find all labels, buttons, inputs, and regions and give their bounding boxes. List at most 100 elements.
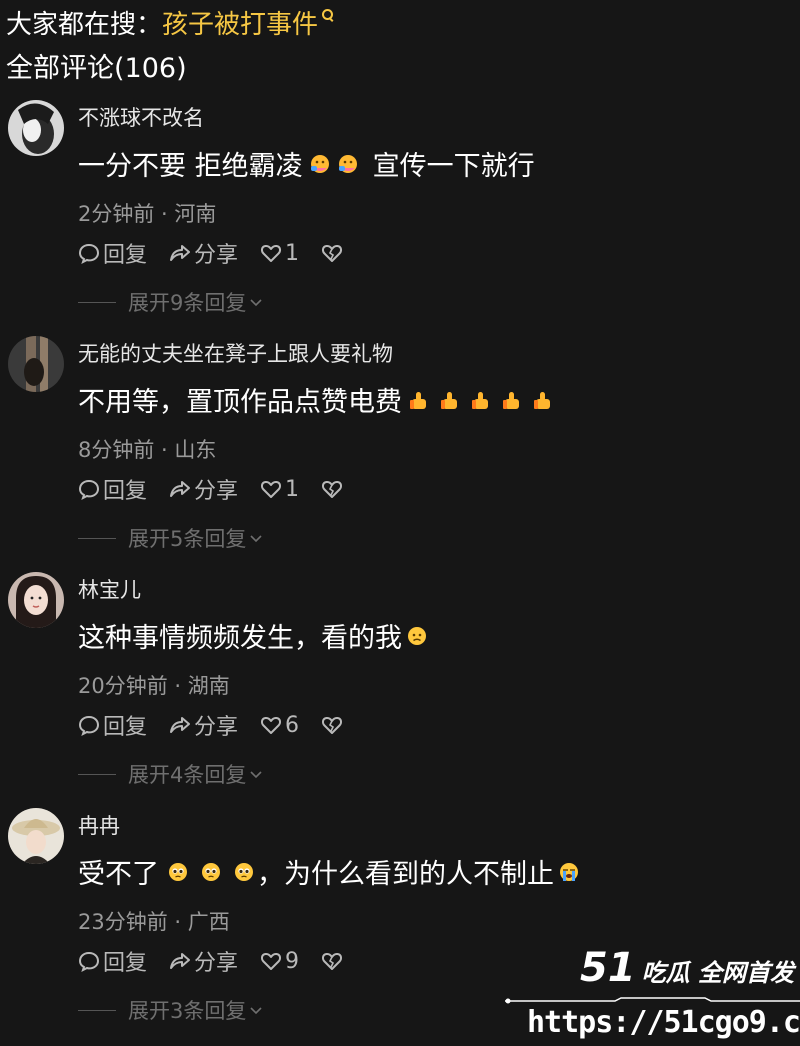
thumbs-up-emoji-icon — [470, 389, 492, 411]
like-button[interactable]: 1 — [260, 477, 299, 502]
broken-heart-icon — [322, 716, 343, 734]
like-count: 9 — [285, 948, 300, 974]
divider-line — [78, 773, 116, 775]
crying-face-emoji-icon — [558, 861, 580, 883]
chevron-down-icon — [250, 1007, 262, 1015]
reply-label: 回复 — [103, 715, 148, 740]
share-icon — [170, 717, 191, 733]
comment-time-location: 20分钟前 · 湖南 — [78, 674, 230, 698]
expand-replies-button[interactable]: 展开4条回复 — [78, 760, 264, 788]
share-icon — [170, 481, 191, 497]
reply-button[interactable]: 回复 — [78, 237, 147, 269]
reply-icon — [78, 951, 100, 972]
reply-icon — [78, 715, 100, 736]
comment-item: 不涨球不改名 一分不要 拒绝霸凌 宣传一下就行 2分钟前 · 河南 回复 分享 … — [0, 100, 800, 336]
like-button[interactable]: 9 — [260, 949, 299, 974]
site-watermark: 51 吃瓜 全网首发 https://51cgo9.com — [505, 945, 800, 1046]
comment-username[interactable]: 不涨球不改名 — [78, 102, 204, 132]
share-icon — [170, 953, 191, 969]
expand-replies-label: 展开3条回复 — [128, 999, 247, 1023]
broken-heart-icon — [322, 244, 343, 262]
comment-text-part: 宣传一下就行 — [372, 151, 535, 182]
thumbs-up-emoji-icon — [439, 389, 461, 411]
reply-button[interactable]: 回复 — [78, 709, 147, 741]
share-label: 分享 — [194, 715, 239, 740]
chevron-down-icon — [250, 299, 262, 307]
expand-replies-label: 展开9条回复 — [128, 291, 247, 315]
broken-heart-icon — [322, 952, 343, 970]
frowning-face-emoji-icon — [406, 625, 428, 647]
watermark-number: 51 — [579, 945, 636, 991]
comment-actions: 回复 分享 6 — [78, 710, 368, 740]
comment-username[interactable]: 林宝儿 — [78, 574, 141, 604]
avatar[interactable] — [8, 336, 64, 392]
pleading-face-emoji-icon — [167, 861, 189, 883]
dislike-button[interactable] — [321, 478, 346, 500]
avatar[interactable] — [8, 808, 64, 864]
share-button[interactable]: 分享 — [169, 237, 238, 269]
comment-username[interactable]: 冉冉 — [78, 810, 120, 840]
expand-replies-button[interactable]: 展开5条回复 — [78, 524, 264, 552]
hugging-face-emoji-icon — [337, 153, 359, 175]
like-count: 1 — [285, 240, 300, 266]
heart-icon — [261, 480, 282, 498]
broken-heart-icon — [322, 480, 343, 498]
pleading-face-emoji-icon — [200, 861, 222, 883]
like-count: 6 — [285, 712, 300, 738]
thumbs-up-emoji-icon — [501, 389, 523, 411]
like-button[interactable]: 1 — [260, 241, 299, 266]
reply-label: 回复 — [103, 243, 148, 268]
reply-icon — [78, 479, 100, 500]
heart-icon — [261, 952, 282, 970]
share-icon — [170, 245, 191, 261]
avatar[interactable] — [8, 100, 64, 156]
hugging-face-emoji-icon — [309, 153, 331, 175]
comments-count-title: 全部评论(106) — [6, 53, 187, 84]
search-suggestion-link[interactable]: 孩子被打事件 — [162, 4, 318, 41]
search-icon[interactable] — [322, 9, 334, 21]
comment-text-part: 一分不要 拒绝霸凌 — [78, 151, 303, 182]
comment-text-part: 这种事情频频发生，看的我 — [78, 623, 402, 654]
share-button[interactable]: 分享 — [169, 945, 238, 977]
reply-label: 回复 — [103, 951, 148, 976]
thumbs-up-emoji-icon — [532, 389, 554, 411]
share-label: 分享 — [194, 479, 239, 504]
comment-text: 一分不要 拒绝霸凌 宣传一下就行 — [78, 144, 535, 183]
avatar[interactable] — [8, 572, 64, 628]
like-button[interactable]: 6 — [260, 713, 299, 738]
comment-text: 这种事情频频发生，看的我 — [78, 616, 431, 655]
like-count: 1 — [285, 476, 300, 502]
share-button[interactable]: 分享 — [169, 473, 238, 505]
comment-item: 无能的丈夫坐在凳子上跟人要礼物 不用等，置顶作品点赞电费 8分钟前 · 山东 回… — [0, 336, 800, 572]
dislike-button[interactable] — [321, 242, 346, 264]
comment-username[interactable]: 无能的丈夫坐在凳子上跟人要礼物 — [78, 338, 393, 368]
expand-replies-button[interactable]: 展开9条回复 — [78, 288, 264, 316]
dislike-button[interactable] — [321, 950, 346, 972]
search-suggestion-bar[interactable]: 大家都在搜： 孩子被打事件 — [6, 2, 334, 42]
comment-actions: 回复 分享 9 — [78, 946, 368, 976]
expand-replies-button[interactable]: 展开3条回复 — [78, 996, 264, 1024]
reply-button[interactable]: 回复 — [78, 945, 147, 977]
divider-line — [78, 537, 116, 539]
comment-time-location: 2分钟前 · 河南 — [78, 202, 217, 226]
expand-replies-label: 展开5条回复 — [128, 527, 247, 551]
share-button[interactable]: 分享 — [169, 709, 238, 741]
divider-line — [78, 1009, 116, 1011]
dislike-button[interactable] — [321, 714, 346, 736]
comment-text-part: ，为什么看到的人不制止 — [257, 859, 554, 890]
search-prefix-label: 大家都在搜： — [6, 9, 163, 40]
watermark-logo: 51 吃瓜 全网首发 — [580, 945, 794, 991]
comment-item: 林宝儿 这种事情频频发生，看的我 20分钟前 · 湖南 回复 分享 6 展开4条… — [0, 572, 800, 808]
watermark-url: https://51cgo9.com — [527, 1005, 800, 1040]
chevron-down-icon — [250, 771, 262, 779]
watermark-brand: 吃瓜 全网首发 — [641, 959, 794, 987]
comment-text: 不用等，置顶作品点赞电费 — [78, 380, 557, 419]
comment-time-location: 8分钟前 · 山东 — [78, 438, 217, 462]
heart-icon — [261, 716, 282, 734]
pleading-face-emoji-icon — [233, 861, 255, 883]
reply-button[interactable]: 回复 — [78, 473, 147, 505]
divider-line — [78, 301, 116, 303]
heart-icon — [261, 244, 282, 262]
share-label: 分享 — [194, 243, 239, 268]
reply-icon — [78, 243, 100, 264]
